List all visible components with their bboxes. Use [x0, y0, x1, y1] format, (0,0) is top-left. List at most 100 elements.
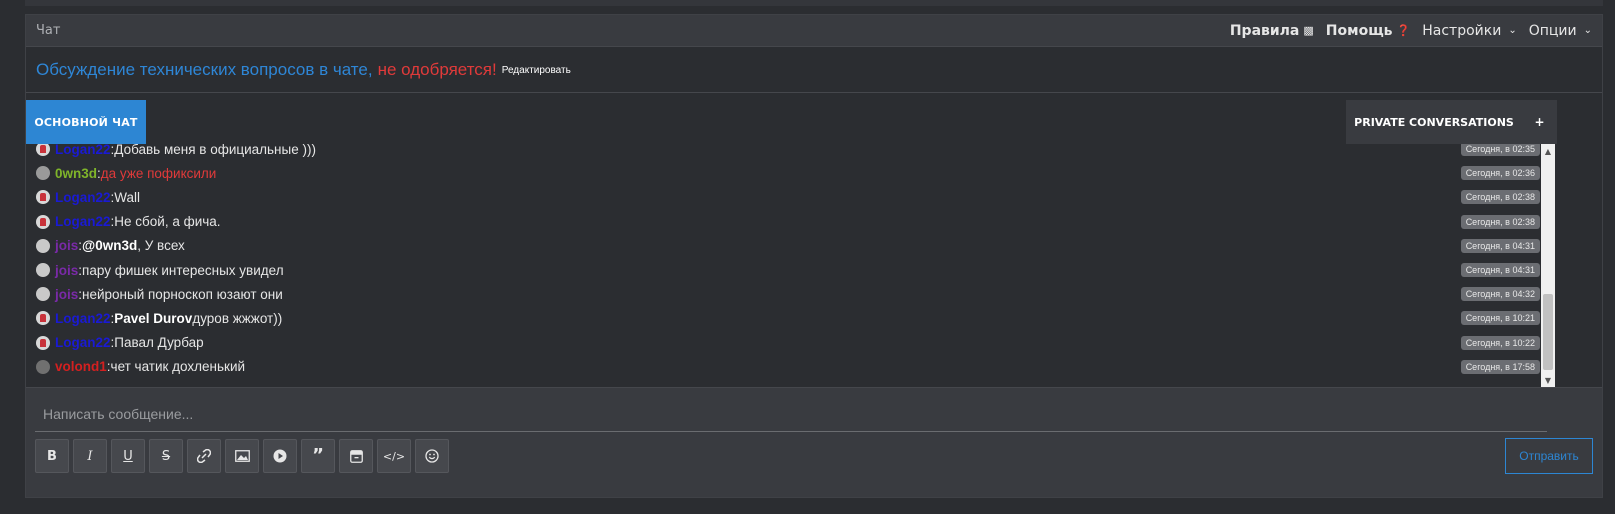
code-button[interactable]: </>: [377, 439, 411, 473]
composer: B I U S ” </>: [26, 387, 1602, 497]
message-timestamp: Сегодня, в 02:38: [1460, 190, 1540, 205]
avatar[interactable]: [36, 144, 50, 157]
chevron-down-icon: ⌄: [1508, 25, 1517, 36]
message-scrollbar[interactable]: ▲ ▼: [1541, 144, 1555, 387]
message-input[interactable]: [35, 396, 1547, 432]
message-timestamp: Сегодня, в 02:38: [1460, 214, 1540, 229]
message-username[interactable]: Logan22: [55, 335, 111, 350]
message-text: Wall: [114, 189, 141, 205]
format-toolbar: B I U S ” </>: [35, 439, 449, 473]
message-username[interactable]: volond1: [55, 359, 107, 374]
underline-button[interactable]: U: [111, 439, 145, 473]
italic-icon: I: [87, 448, 93, 464]
message-text: Добавь меня в официальные ))): [114, 144, 316, 157]
message-text: Не сбой, а фича.: [114, 214, 221, 230]
question-circle-icon: ❓: [1396, 24, 1411, 37]
message-mention[interactable]: Pavel Durov: [114, 311, 192, 326]
avatar[interactable]: [36, 238, 50, 253]
message-timestamp: Сегодня, в 04:32: [1460, 287, 1540, 302]
add-conversation-button[interactable]: +: [1522, 100, 1557, 144]
message-username[interactable]: Logan22: [55, 144, 111, 157]
message-text: нейроный порноскоп юзают они: [82, 286, 283, 302]
rules-link[interactable]: Правила ▩: [1230, 23, 1314, 39]
message-text: Павал Дурбар: [114, 335, 204, 351]
quote-button[interactable]: ”: [301, 439, 335, 473]
message-timestamp: Сегодня, в 17:58: [1460, 359, 1540, 374]
message-text: чет чатик дохленький: [110, 359, 246, 375]
message-username[interactable]: Logan22: [55, 311, 111, 326]
archive-icon: [349, 449, 363, 463]
message-timestamp: Сегодня, в 04:31: [1460, 263, 1540, 278]
strikethrough-button[interactable]: S: [149, 439, 183, 473]
avatar[interactable]: [36, 335, 50, 350]
link-icon: [197, 449, 211, 463]
image-button[interactable]: [225, 439, 259, 473]
avatar[interactable]: [36, 287, 50, 302]
rules-label: Правила: [1229, 22, 1300, 39]
message-text: да уже пофиксили: [100, 165, 217, 181]
message-row: 0wn3d: да уже пофиксили Сегодня, в 02:36: [26, 161, 1540, 185]
notice-text: Обсуждение технических вопросов в чате,: [36, 60, 373, 79]
message-timestamp: Сегодня, в 02:35: [1460, 144, 1540, 157]
top-strip: [25, 0, 1603, 6]
spoiler-button[interactable]: [339, 439, 373, 473]
tab-main-chat[interactable]: ОСНОВНОЙ ЧАТ: [26, 100, 146, 144]
avatar[interactable]: [36, 359, 50, 374]
message-timestamp: Сегодня, в 10:22: [1460, 335, 1540, 350]
message-row: Logan22: Pavel Durov дуров жжжот)) Сегодн…: [26, 306, 1540, 330]
bold-button[interactable]: B: [35, 439, 69, 473]
link-button[interactable]: [187, 439, 221, 473]
options-menu[interactable]: Опции ⌄: [1529, 23, 1592, 39]
message-username[interactable]: jois: [55, 263, 78, 278]
message-text: пару фишек интересных увидел: [82, 262, 284, 278]
panel-title: Чат: [36, 23, 61, 38]
message-username[interactable]: Logan22: [55, 214, 111, 229]
panel-header: Чат Правила ▩ Помощь ❓ Настройки ⌄ Опции…: [26, 15, 1602, 47]
settings-label: Настройки: [1422, 22, 1502, 39]
message-row: Logan22: Не сбой, а фича. Сегодня, в 02:3…: [26, 210, 1540, 234]
avatar[interactable]: [36, 311, 50, 326]
smile-icon: [425, 449, 439, 463]
avatar[interactable]: [36, 263, 50, 278]
message-username[interactable]: jois: [55, 238, 78, 253]
scroll-thumb[interactable]: [1543, 294, 1553, 370]
message-row: jois: нейроный порноскоп юзают они Сегодн…: [26, 282, 1540, 306]
tab-private-conversations[interactable]: PRIVATE CONVERSATIONS: [1346, 100, 1523, 144]
book-icon: ▩: [1303, 24, 1314, 37]
message-username[interactable]: Logan22: [55, 190, 111, 205]
message-text: , У всех: [137, 238, 185, 254]
message-row: jois: @0wn3d, У всех Сегодня, в 04:31: [26, 234, 1540, 258]
header-links: Правила ▩ Помощь ❓ Настройки ⌄ Опции ⌄: [1230, 23, 1592, 39]
avatar[interactable]: [36, 166, 50, 181]
message-list: Logan22: Добавь меня в официальные ))) Се…: [26, 144, 1540, 387]
message-username[interactable]: 0wn3d: [55, 166, 97, 181]
message-timestamp: Сегодня, в 02:36: [1460, 166, 1540, 181]
message-mention[interactable]: @0wn3d: [82, 238, 137, 253]
scroll-down-icon[interactable]: ▼: [1541, 373, 1555, 387]
message-row: Logan22: Добавь меня в официальные ))) Се…: [26, 144, 1540, 161]
media-button[interactable]: [263, 439, 297, 473]
chevron-down-icon: ⌄: [1583, 25, 1592, 36]
settings-menu[interactable]: Настройки ⌄: [1422, 23, 1516, 39]
play-circle-icon: [273, 449, 287, 463]
chat-panel: Чат Правила ▩ Помощь ❓ Настройки ⌄ Опции…: [25, 14, 1603, 498]
message-username[interactable]: jois: [55, 287, 78, 302]
help-link[interactable]: Помощь ❓: [1326, 23, 1410, 39]
quote-icon: ”: [312, 445, 324, 466]
emoji-button[interactable]: [415, 439, 449, 473]
code-icon: </>: [382, 449, 406, 463]
chat-notice: Обсуждение технических вопросов в чате, …: [26, 48, 1602, 93]
message-row: Logan22: Павал Дурбар Сегодня, в 10:22: [26, 331, 1540, 355]
message-row: volond1: чет чатик дохленький Сегодня, в …: [26, 355, 1540, 379]
message-timestamp: Сегодня, в 10:21: [1460, 311, 1540, 326]
scroll-up-icon[interactable]: ▲: [1541, 144, 1555, 158]
send-button[interactable]: Отправить: [1505, 438, 1593, 474]
message-text: дуров жжжот)): [192, 310, 283, 326]
avatar[interactable]: [36, 190, 50, 205]
edit-notice-link[interactable]: Редактировать: [502, 65, 571, 76]
italic-button[interactable]: I: [73, 439, 107, 473]
bold-icon: B: [47, 448, 57, 464]
avatar[interactable]: [36, 214, 50, 229]
underline-icon: U: [123, 448, 133, 464]
options-label: Опции: [1528, 22, 1577, 39]
